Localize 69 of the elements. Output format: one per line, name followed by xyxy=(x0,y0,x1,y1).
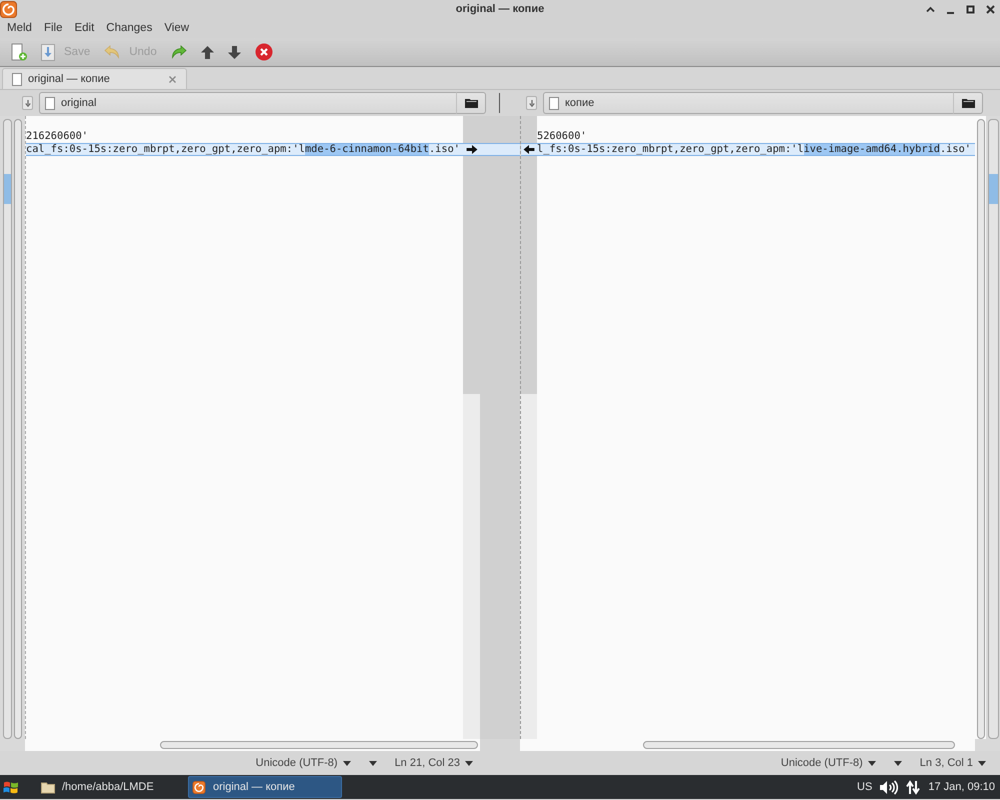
arrow-left-icon[interactable] xyxy=(523,145,535,154)
stop-icon xyxy=(254,43,273,61)
maximize-icon[interactable] xyxy=(966,4,975,14)
file-path-field[interactable]: копие xyxy=(543,92,953,114)
code-text: l_fs:0s-15s:zero_mbrpt,zero_gpt,zero_apm:'l xyxy=(537,144,804,155)
arrow-right-icon[interactable] xyxy=(466,145,478,154)
arrow-down-icon xyxy=(528,100,534,106)
changed-text: ive-image-amd64.hybrid xyxy=(804,144,940,155)
menu-item[interactable]: View xyxy=(158,20,196,36)
document-icon xyxy=(45,96,55,110)
caret-down-icon xyxy=(868,760,876,766)
folder-icon xyxy=(464,98,478,108)
meld-task[interactable]: original — копие xyxy=(188,776,342,798)
scrollbar-thumb[interactable] xyxy=(14,119,22,739)
change-marker xyxy=(4,174,11,204)
cursor-position-button[interactable]: Ln 21, Col 23 xyxy=(394,757,473,769)
arrow-down-icon xyxy=(228,46,241,58)
dropdown-button[interactable] xyxy=(368,760,377,766)
window-title: original — копие xyxy=(456,3,544,15)
close-icon[interactable] xyxy=(986,4,995,14)
undo-icon xyxy=(104,45,120,59)
folder-button[interactable] xyxy=(953,92,983,114)
app-logo-icon xyxy=(192,780,206,794)
dropdown-button[interactable] xyxy=(894,760,902,766)
caret-down-icon xyxy=(465,760,473,766)
file-manager-task[interactable]: /home/abba/LMDE xyxy=(34,776,188,798)
network-arrows-icon[interactable] xyxy=(906,780,920,794)
menu-item[interactable]: Edit xyxy=(68,20,100,36)
arrow-up-icon xyxy=(200,46,214,58)
document-tab[interactable]: original — копие xyxy=(2,68,187,89)
document-icon xyxy=(549,96,559,110)
redo-icon xyxy=(170,45,187,59)
scrollbar-thumb[interactable] xyxy=(643,741,955,749)
code-text: 5260600' xyxy=(537,130,587,143)
code-text: 216260600' xyxy=(26,130,88,143)
arrow-button[interactable] xyxy=(22,96,33,110)
menu-item[interactable]: Meld xyxy=(1,20,38,36)
keyboard-layout-text[interactable]: US xyxy=(857,781,872,793)
start-menu-icon[interactable] xyxy=(3,780,19,794)
scrollbar-thumb[interactable] xyxy=(160,741,478,749)
clock-text[interactable]: 17 Jan, 09:10 xyxy=(928,781,995,793)
cursor-position-button[interactable]: Ln 3, Col 1 xyxy=(920,757,986,769)
text-view[interactable]: 5260600' l_fs:0s-15s:zero_mbrpt,zero_gpt,zero_apm:'live-image-amd64.hybrid.iso' xyxy=(537,116,975,739)
folder-button[interactable] xyxy=(456,92,486,114)
change-marker xyxy=(989,174,998,204)
caret-down-icon xyxy=(368,760,377,766)
speaker-icon[interactable] xyxy=(879,780,898,794)
arrow-down-icon xyxy=(24,100,30,106)
caret-down-icon xyxy=(342,760,351,766)
code-text: cal_fs:0s-15s:zero_mbrpt,zero_gpt,zero_apm:'l xyxy=(26,144,305,155)
arrow-button[interactable] xyxy=(526,96,537,110)
encoding-button[interactable]: Unicode (UTF-8) xyxy=(256,757,351,769)
document-plus-icon xyxy=(11,43,27,61)
file-path-field[interactable]: original xyxy=(39,92,456,114)
code-text: .iso' xyxy=(940,144,971,155)
scrollbar-thumb[interactable] xyxy=(976,119,984,739)
code-text: .iso' xyxy=(428,144,460,155)
caret-down-icon xyxy=(894,760,902,766)
document-icon xyxy=(12,72,22,86)
changed-text: mde-6-cinnamon-64bit xyxy=(304,144,429,155)
folder-icon xyxy=(41,780,55,794)
text-view[interactable]: 216260600' cal_fs:0s-15s:zero_mbrpt,zero_gpt,zero_apm:'lmde-6-cinnamon-64bit.iso' xyxy=(25,116,463,739)
encoding-button[interactable]: Unicode (UTF-8) xyxy=(780,757,876,769)
menu-item[interactable]: Changes xyxy=(100,20,158,36)
folder-icon xyxy=(962,98,974,108)
menu-item[interactable]: File xyxy=(38,20,68,36)
app-logo-icon xyxy=(0,0,17,18)
caret-down-icon xyxy=(978,760,986,766)
shade-icon[interactable] xyxy=(926,4,935,14)
